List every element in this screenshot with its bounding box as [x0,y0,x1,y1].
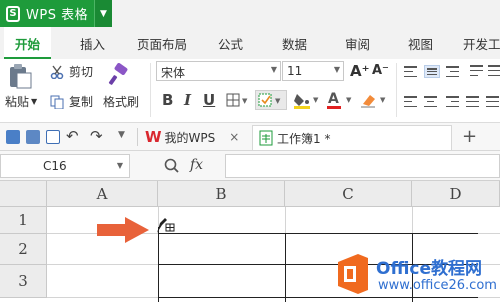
customize-quick-access-icon[interactable]: ▼ [118,130,125,140]
draw-border-pen-icon [157,218,175,233]
align-middle-icon[interactable] [424,65,440,78]
underline-button[interactable]: U [203,91,215,109]
svg-text:▼: ▼ [242,97,248,105]
font-color-button[interactable]: A ▼ [326,90,356,110]
paste-button[interactable] [6,63,34,89]
justify-icon[interactable] [466,96,479,107]
format-painter-label[interactable]: 格式刷 [103,93,139,110]
watermark-title: Office教程网 [376,259,483,279]
app-menu-button[interactable]: S WPS 表格 [0,0,94,27]
align-center-icon[interactable] [424,96,437,107]
row-header-3[interactable]: 3 [0,265,47,298]
align-bottom-icon[interactable] [446,66,459,77]
font-size-select[interactable]: 11 ▼ [282,61,344,81]
distributed-icon[interactable] [486,96,499,107]
borders-button[interactable]: ▼ [226,92,250,108]
undo-icon[interactable]: ↶ [66,127,79,145]
wps-logo-icon: S [6,5,20,22]
ribbon-separator [396,63,397,117]
new-tab-button[interactable]: + [462,126,477,147]
app-dropdown-button[interactable]: ▼ [94,0,112,27]
insert-function-button[interactable]: fx [190,157,203,173]
cell-border [158,227,159,302]
scissors-icon [50,65,64,79]
watermark: Office教程网 www.office26.com [332,248,500,302]
clear-format-button[interactable]: ▼ [360,90,390,110]
eraser-icon: ▼ [361,95,386,108]
cell-style-icon: ▼ [258,93,281,107]
align-left-icon[interactable] [404,96,417,107]
ribbon-separator [150,63,151,117]
svg-text:▼: ▼ [380,96,386,104]
tab-formulas[interactable]: 公式 [218,34,243,53]
close-icon[interactable]: × [229,130,239,144]
borders-icon: ▼ [226,93,248,107]
font-name-select[interactable]: 宋体 ▼ [156,61,281,81]
tab-data[interactable]: 数据 [282,34,307,53]
align-right-icon[interactable] [446,96,459,107]
chevron-down-icon: ▼ [333,65,340,74]
fill-color-button[interactable]: ▼ [293,90,323,110]
tab-developer[interactable]: 开发工 [463,34,500,53]
chevron-down-icon: ▼ [116,161,123,170]
tab-workbook1[interactable]: 工作簿1 * [252,125,452,150]
print-preview-icon[interactable] [46,130,60,144]
column-header-d[interactable]: D [412,181,500,207]
ribbon: 粘贴 ▼ 剪切 复制 格式刷 宋体 ▼ 11 ▼ A⁺ A⁻ B I U ▼ ▼ ▼ … [0,59,500,123]
title-bar: S WPS 表格 ▼ [0,0,500,27]
svg-text:▼: ▼ [275,97,281,105]
format-painter-button[interactable] [106,63,130,87]
zoom-function-icon[interactable] [164,158,180,174]
chevron-down-icon: ▼ [270,65,277,74]
wrap-text-icon[interactable] [470,65,483,76]
column-header-b[interactable]: B [158,181,285,207]
align-top-icon[interactable] [404,66,417,77]
wps-w-icon: W [145,128,162,146]
tab-review[interactable]: 审阅 [345,34,370,53]
select-all-corner[interactable] [0,181,47,207]
app-title: WPS 表格 [26,8,89,23]
cell-border [158,233,478,234]
paste-label[interactable]: 粘贴 ▼ [5,93,37,110]
cut-button[interactable]: 剪切 [50,63,93,80]
svg-text:▼: ▼ [313,96,319,104]
print-icon[interactable] [26,130,40,144]
svg-text:▼: ▼ [346,96,352,104]
row-header-2[interactable]: 2 [0,234,47,265]
shrink-font-button[interactable]: A⁻ [372,63,389,78]
column-header-c[interactable]: C [285,181,412,207]
bold-button[interactable]: B [162,91,173,109]
column-header-a[interactable]: A [47,181,158,207]
orientation-icon[interactable] [488,65,500,76]
paste-icon [10,64,32,89]
tab-page-layout[interactable]: 页面布局 [137,34,187,53]
cell-style-button[interactable]: ▼ [255,90,287,110]
tab-home[interactable]: 开始 [4,27,52,59]
formula-bar: C16 ▼ fx [0,151,500,181]
row-header-1[interactable]: 1 [0,207,47,234]
formula-input[interactable] [225,154,500,178]
office-logo-icon [338,254,368,294]
arrow-annotation-icon [97,217,149,243]
name-box[interactable]: C16 ▼ [0,154,130,178]
quick-access-bar: ↶ ↷ ▼ W 我的WPS × 工作簿1 * + [0,123,500,151]
svg-text:A: A [328,91,339,107]
grow-font-button[interactable]: A⁺ [350,62,370,80]
cell-border [285,233,286,302]
tab-my-wps[interactable]: W 我的WPS × [145,126,239,148]
italic-button[interactable]: I [184,91,191,109]
save-icon[interactable] [6,130,20,144]
tab-insert[interactable]: 插入 [80,34,105,53]
qbar-separator [137,128,138,146]
font-color-icon: A ▼ [327,91,352,109]
tab-view[interactable]: 视图 [408,34,433,53]
copy-button[interactable]: 复制 [50,93,93,110]
copy-icon [50,95,64,109]
redo-icon[interactable]: ↷ [90,127,103,145]
spreadsheet-doc-icon [259,130,273,146]
paint-bucket-icon: ▼ [294,94,319,109]
menu-bar: 开始 插入 页面布局 公式 数据 审阅 视图 开发工 [0,27,500,59]
format-painter-icon [108,63,128,85]
watermark-url: www.office26.com [378,278,497,293]
